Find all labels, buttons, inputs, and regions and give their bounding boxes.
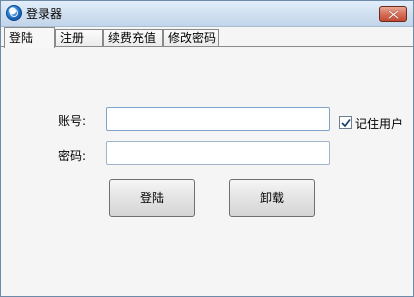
tab-login-label: 登陆 [9,31,34,45]
tab-change-password[interactable]: 修改密码 [163,29,219,46]
password-label: 密码: [58,149,87,163]
window-title: 登录器 [26,7,63,21]
tab-divider [1,46,413,47]
tab-strip: 登陆 注册 续费充值 修改密码 [1,27,413,48]
tab-register[interactable]: 注册 [55,29,103,46]
tab-register-label: 注册 [60,31,85,45]
checkmark-icon [341,118,351,128]
login-button[interactable]: 登陆 [109,179,195,217]
account-label: 账号: [58,114,87,128]
tab-change-password-label: 修改密码 [168,31,217,45]
remember-user-label[interactable]: 记住用户 [355,115,403,132]
account-input[interactable] [106,107,330,131]
title-bar[interactable]: 登录器 [1,1,413,27]
tab-recharge-label: 续费充值 [108,31,157,45]
tab-recharge[interactable]: 续费充值 [103,29,163,46]
app-icon [6,5,22,21]
tab-login[interactable]: 登陆 [4,27,55,48]
uninstall-button[interactable]: 卸载 [229,179,315,217]
close-button[interactable] [379,6,407,22]
close-icon [388,10,399,19]
app-window: 登录器 登陆 注册 续费充值 修改密码 账号: 记住用户 密码: 登陆 卸载 [0,0,414,297]
remember-user-checkbox[interactable] [339,116,352,129]
password-input[interactable] [106,141,330,165]
